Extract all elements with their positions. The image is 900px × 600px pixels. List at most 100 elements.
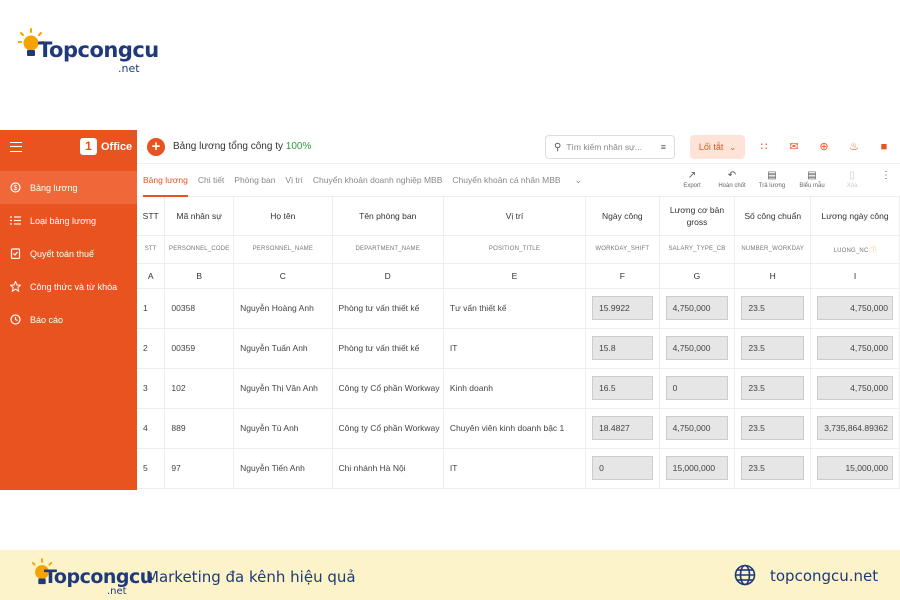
search-box[interactable]: ⚲ Tìm kiếm nhân sự... ≡ xyxy=(545,135,675,159)
sidebar-item-cong-thuc[interactable]: Công thức và từ khóa xyxy=(0,270,137,303)
column-code: PERSONNEL_CODE xyxy=(164,235,235,264)
column-header[interactable]: Tên phòng ban xyxy=(332,197,444,236)
column-code: WORKDAY_SHIFT xyxy=(585,235,660,264)
more-menu-icon[interactable]: ⋮ xyxy=(872,164,900,197)
footer-banner: Topcongcu .net Marketing đa kênh hiệu qu… xyxy=(0,550,900,600)
cell-code: 97 xyxy=(164,448,235,489)
column-header[interactable]: Lương ngày công xyxy=(810,197,900,236)
sidebar-item-loai-bang-luong[interactable]: Loại bảng lương xyxy=(0,204,137,237)
add-button[interactable]: + xyxy=(147,138,165,156)
column-header[interactable]: Mã nhân sự xyxy=(164,197,235,236)
pay-salary-button[interactable]: ▤ Trả lương xyxy=(752,164,792,197)
column-letter: F xyxy=(585,263,660,289)
sidebar-item-bang-luong[interactable]: $ Bảng lương xyxy=(0,171,137,204)
column-letter: A xyxy=(137,263,166,289)
table-row[interactable]: 1 00358 Nguyễn Hoàng Anh Phòng tư vấn th… xyxy=(137,288,900,329)
tab-chi-tiet[interactable]: Chi tiết xyxy=(198,164,224,197)
cell-department: Phòng tư vấn thiết kế xyxy=(332,328,444,369)
money-circle-icon: $ xyxy=(10,182,21,193)
delete-button[interactable]: ▯ Xóa xyxy=(832,164,872,197)
menu-icon[interactable] xyxy=(10,142,22,152)
cell-day-salary[interactable]: 3,735,864.89362 xyxy=(817,416,893,440)
cell-position: Kinh doanh xyxy=(443,368,587,409)
column-header[interactable]: Lương cơ bản gross xyxy=(659,197,736,236)
table-row[interactable]: 4 889 Nguyễn Tú Anh Công ty Cổ phần Work… xyxy=(137,408,900,449)
column-header[interactable]: Họ tên xyxy=(233,197,333,236)
page-title-text: Bảng lương tổng công ty xyxy=(173,141,283,152)
sidebar-item-quyet-toan-thue[interactable]: Quyết toán thuế xyxy=(0,237,137,270)
undo-icon: ↶ xyxy=(727,170,737,181)
search-input[interactable]: Tìm kiếm nhân sự... xyxy=(566,142,642,152)
table-row[interactable]: 2 00359 Nguyễn Tuấn Anh Phòng tư vấn thi… xyxy=(137,328,900,369)
cell-name: Nguyễn Thị Vân Anh xyxy=(233,368,333,409)
cell-standard-days[interactable]: 23.5 xyxy=(741,376,805,400)
office-app-icon[interactable]: ■ xyxy=(877,140,891,154)
column-code: LUONG_NC ⓘ xyxy=(810,235,900,264)
cell-salary[interactable]: 4,750,000 xyxy=(665,296,729,320)
tab-chuyen-khoan-doanh-nghiep[interactable]: Chuyển khoản doanh nghiệp MBB xyxy=(313,164,442,197)
table-row[interactable]: 3 102 Nguyễn Thị Vân Anh Công ty Cổ phần… xyxy=(137,368,900,409)
cell-code: 00359 xyxy=(164,328,235,369)
cell-workday[interactable]: 15.8 xyxy=(592,336,653,360)
apps-icon[interactable]: ∷ xyxy=(757,140,771,154)
cell-name: Nguyễn Tú Anh xyxy=(233,408,333,449)
completion-percent: 100% xyxy=(285,141,312,152)
mail-icon[interactable]: ✉ xyxy=(787,140,801,154)
footer-brand-net: .net xyxy=(107,586,127,597)
cell-workday[interactable]: 15.9922 xyxy=(592,296,653,320)
cell-salary[interactable]: 4,750,000 xyxy=(665,336,729,360)
cell-day-salary[interactable]: 4,750,000 xyxy=(817,376,893,400)
template-button[interactable]: ▤ Biểu mẫu xyxy=(792,164,832,197)
column-header[interactable]: Số công chuẩn xyxy=(734,197,812,236)
column-header[interactable]: STT xyxy=(137,197,166,236)
cell-day-salary[interactable]: 4,750,000 xyxy=(817,296,893,320)
cell-position: Chuyên viên kinh doanh bậc 1 xyxy=(443,408,587,449)
undo-close-button[interactable]: ↶ Hoàn chốt xyxy=(712,164,752,197)
cell-name: Nguyễn Hoàng Anh xyxy=(233,288,333,329)
cell-workday[interactable]: 0 xyxy=(592,456,653,480)
column-code: NUMBER_WORKDAY xyxy=(734,235,812,264)
svg-text:$: $ xyxy=(14,185,18,192)
cell-day-salary[interactable]: 15,000,000 xyxy=(817,456,893,480)
column-letter: H xyxy=(734,263,812,289)
tab-chuyen-khoan-ca-nhan[interactable]: Chuyển khoản cá nhân MBB xyxy=(452,164,560,197)
office-logo[interactable]: 1 Office xyxy=(80,138,132,155)
tab-bang-luong[interactable]: Bảng lương xyxy=(143,164,188,197)
footer-tagline: Marketing đa kênh hiệu quả xyxy=(146,568,356,586)
tab-phong-ban[interactable]: Phòng ban xyxy=(234,164,275,197)
export-icon: ↗ xyxy=(687,170,697,181)
table-row[interactable]: 5 97 Nguyễn Tiến Anh Chi nhánh Hà Nội IT… xyxy=(137,448,900,489)
column-header[interactable]: Ngày công xyxy=(585,197,660,236)
cell-standard-days[interactable]: 23.5 xyxy=(741,416,805,440)
cell-salary[interactable]: 4,750,000 xyxy=(665,416,729,440)
filter-icon[interactable]: ≡ xyxy=(661,142,666,152)
action-toolbar: ↗ Export ↶ Hoàn chốt ▤ Trả lương ▤ Biểu mẫu … xyxy=(672,164,900,197)
cell-position: IT xyxy=(443,448,587,489)
footer-website[interactable]: topcongcu.net xyxy=(770,567,878,585)
letter-row: A B C D E F G H I xyxy=(137,263,900,289)
column-header[interactable]: Vị trí xyxy=(443,197,587,236)
add-circle-icon[interactable]: ⊕ xyxy=(817,140,831,154)
cell-standard-days[interactable]: 23.5 xyxy=(741,336,805,360)
cell-workday[interactable]: 18.4827 xyxy=(592,416,653,440)
cell-workday[interactable]: 16.5 xyxy=(592,376,653,400)
tabs-more-chevron-icon[interactable]: ⌄ xyxy=(575,164,583,197)
sidebar-item-bao-cao[interactable]: Báo cáo xyxy=(0,303,137,336)
cell-position: IT xyxy=(443,328,587,369)
cell-standard-days[interactable]: 23.5 xyxy=(741,296,805,320)
export-button[interactable]: ↗ Export xyxy=(672,164,712,197)
document-check-icon xyxy=(10,248,21,259)
column-code: STT xyxy=(137,235,166,264)
tab-vi-tri[interactable]: Vị trí xyxy=(285,164,302,197)
cell-name: Nguyễn Tiến Anh xyxy=(233,448,333,489)
cell-day-salary[interactable]: 4,750,000 xyxy=(817,336,893,360)
main-content: + Bảng lương tổng công ty 100% ⚲ Tìm kiế… xyxy=(137,130,900,490)
cell-salary[interactable]: 0 xyxy=(665,376,729,400)
cell-salary[interactable]: 15,000,000 xyxy=(665,456,729,480)
wallet-icon: ▤ xyxy=(767,170,777,181)
code-row: STT PERSONNEL_CODE PERSONNEL_NAME DEPART… xyxy=(137,235,900,264)
shortcut-button[interactable]: Lối tắt ⌄ xyxy=(690,135,745,159)
bell-icon[interactable]: ♨ xyxy=(847,140,861,154)
column-letter: I xyxy=(810,263,900,289)
cell-standard-days[interactable]: 23.5 xyxy=(741,456,805,480)
